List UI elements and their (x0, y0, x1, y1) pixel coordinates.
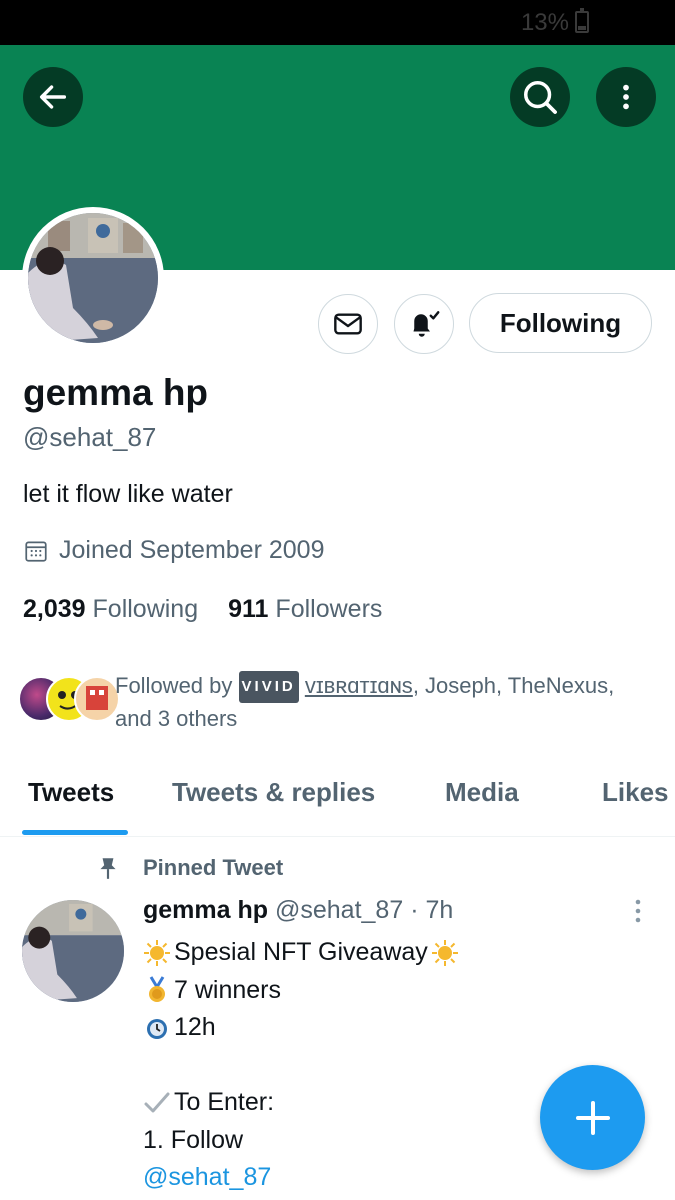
tweet-line-3: 12h (174, 1013, 216, 1041)
tweet-line-2: 7 winners (174, 975, 281, 1004)
tweet-line-5: 1. Follow (143, 1125, 244, 1154)
search-button[interactable] (510, 67, 570, 127)
profile-tabs: Tweets Tweets & replies Media Likes (0, 760, 675, 837)
bell-check-icon (413, 311, 440, 337)
tweet-header: gemma hp @sehat_87 · 7h (143, 896, 453, 925)
search-icon (524, 81, 557, 114)
more-vertical-icon (623, 84, 629, 110)
follower-avatar (74, 676, 120, 722)
followed-by-prefix: Followed by (115, 673, 233, 698)
user-handle: @sehat_87 (23, 422, 157, 452)
message-button[interactable] (318, 294, 378, 354)
followers-count: 911 (228, 595, 269, 623)
compose-tweet-button[interactable] (540, 1065, 645, 1170)
pinned-text: Pinned Tweet (143, 855, 284, 880)
followed-by-text[interactable]: Followed by VIVID vɪʙʀɑᴛɪɑɴs, Joseph, Th… (115, 670, 655, 735)
pin-icon (100, 858, 116, 879)
sun-emoji-icon (431, 939, 458, 966)
arrow-left-icon (39, 85, 67, 109)
tweet-avatar[interactable] (22, 900, 124, 1002)
tab-media[interactable]: Media (445, 777, 519, 808)
tweet-time: · 7h (410, 896, 454, 924)
more-vertical-icon (635, 899, 641, 923)
check-mark-emoji-icon (144, 1092, 170, 1113)
joined-date: Joined September 2009 (23, 536, 324, 565)
tweet-more-button[interactable] (630, 898, 646, 931)
followers-stat[interactable]: 911 Followers (228, 595, 382, 624)
profile-bio: let it flow like water (23, 480, 233, 508)
followed-by-avatars[interactable] (18, 674, 120, 724)
profile-avatar[interactable] (22, 207, 164, 349)
plus-icon (575, 1100, 610, 1135)
tweet-line-4: To Enter: (174, 1088, 275, 1116)
tweet-author-name[interactable]: gemma hp (143, 896, 268, 924)
back-button[interactable] (23, 67, 83, 127)
medal-emoji-icon (149, 976, 165, 1003)
following-stat[interactable]: 2,039 Following (23, 595, 198, 624)
tweet-line-1: Spesial NFT Giveaway (174, 938, 428, 966)
following-count: 2,039 (23, 595, 86, 623)
avatar-photo (28, 213, 158, 343)
calendar-icon (25, 540, 47, 562)
vibrations-name: vɪʙʀɑᴛɪɑɴs (304, 673, 413, 698)
profile-stats: 2,039 Following 911 Followers (23, 595, 382, 624)
tweet-author-handle[interactable]: @sehat_87 (275, 896, 403, 924)
tweet-text: Spesial NFT Giveaway 7 winners 12h To En… (143, 934, 462, 1197)
display-name: gemma hp (23, 372, 209, 413)
following-label: Following (92, 595, 199, 623)
tab-likes[interactable]: Likes (602, 777, 669, 808)
followers-label: Followers (275, 595, 383, 623)
alarm-clock-emoji-icon (147, 1018, 167, 1039)
notifications-button[interactable] (394, 294, 454, 354)
vivid-badge: VIVID (238, 671, 299, 703)
battery-level: 13% (520, 9, 569, 36)
tab-tweets[interactable]: Tweets (28, 777, 114, 808)
tab-active-indicator (22, 830, 128, 835)
status-bar: 13% (0, 0, 675, 45)
sun-emoji-icon (144, 939, 170, 966)
tweet-mention-link[interactable]: @sehat_87 (143, 1159, 271, 1197)
following-button[interactable]: Following (469, 293, 652, 353)
battery-icon (575, 8, 589, 33)
more-button[interactable] (596, 67, 656, 127)
pinned-tweet-label: Pinned Tweet (95, 855, 283, 881)
joined-text: Joined September 2009 (59, 536, 325, 564)
envelope-icon (334, 313, 362, 335)
tab-tweets-replies[interactable]: Tweets & replies (172, 777, 375, 808)
